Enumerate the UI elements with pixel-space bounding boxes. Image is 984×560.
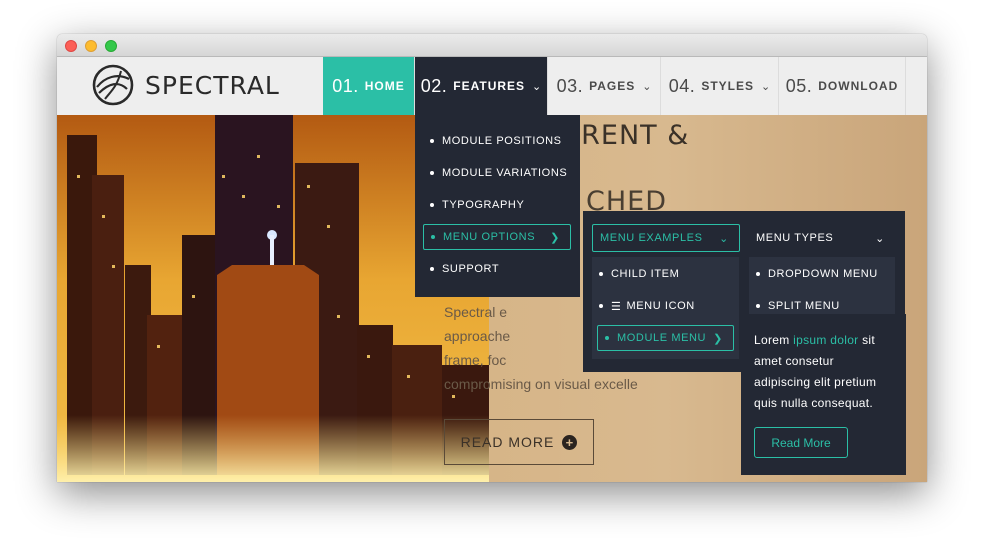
bullet-icon bbox=[430, 267, 434, 271]
menu-item-typography[interactable]: TYPOGRAPHY bbox=[423, 192, 573, 218]
nav-label: DOWNLOAD bbox=[818, 79, 899, 93]
menu-item-label: TYPOGRAPHY bbox=[442, 199, 525, 211]
menu-examples-header[interactable]: MENU EXAMPLES ⌄ bbox=[592, 224, 740, 252]
bullet-icon bbox=[430, 203, 434, 207]
promo-line: amet consetur bbox=[754, 354, 834, 368]
nav-number: 05. bbox=[785, 75, 813, 96]
menu-item-menu-options[interactable]: MENU OPTIONS ❯ bbox=[423, 224, 571, 250]
features-dropdown: MODULE POSITIONS MODULE VARIATIONS TYPOG… bbox=[415, 115, 580, 297]
hero-body-line: frame, foc bbox=[444, 352, 507, 368]
site-header: SPECTRAL 01. HOME 02. FEATURES ⌄ 03. PAG… bbox=[57, 57, 927, 115]
menu-item-module-menu[interactable]: MODULE MENU ❯ bbox=[597, 325, 734, 351]
nav-label: STYLES bbox=[701, 79, 754, 93]
module-menu-text: Lorem ipsum dolor sit amet consetur adip… bbox=[754, 330, 900, 414]
menu-item-label: CHILD ITEM bbox=[611, 268, 680, 280]
menu-types-header[interactable]: MENU TYPES ⌄ bbox=[749, 224, 895, 252]
menu-types-panel: DROPDOWN MENU SPLIT MENU bbox=[749, 257, 895, 315]
menu-item-child-item[interactable]: CHILD ITEM bbox=[592, 261, 732, 287]
menu-item-label: MODULE MENU bbox=[617, 332, 707, 344]
bullet-icon bbox=[599, 304, 603, 308]
menu-item-label: DROPDOWN MENU bbox=[768, 268, 878, 280]
zoom-window-button[interactable] bbox=[105, 40, 117, 52]
site-logo-text[interactable]: SPECTRAL bbox=[145, 69, 280, 103]
nav-home[interactable]: 01. HOME bbox=[323, 57, 415, 115]
nav-pages[interactable]: 03. PAGES ⌄ bbox=[548, 57, 661, 115]
menu-item-menu-icon[interactable]: ☰ MENU ICON bbox=[592, 293, 732, 319]
promo-word: sit bbox=[862, 333, 876, 347]
nav-features[interactable]: 02. FEATURES ⌄ bbox=[415, 57, 548, 115]
chevron-down-icon: ⌄ bbox=[875, 232, 885, 245]
bullet-icon bbox=[430, 171, 434, 175]
nav-number: 03. bbox=[556, 75, 584, 96]
bullet-icon bbox=[431, 235, 435, 239]
bullet-icon bbox=[430, 139, 434, 143]
menu-item-label: SUPPORT bbox=[442, 263, 500, 275]
menu-item-label: MENU OPTIONS bbox=[443, 231, 536, 243]
chevron-right-icon: ❯ bbox=[713, 332, 723, 345]
nav-number: 02. bbox=[420, 75, 448, 96]
menu-examples-label: MENU EXAMPLES bbox=[600, 232, 703, 244]
hero-body-line: compromising on visual excelle bbox=[444, 376, 638, 392]
chevron-down-icon: ⌄ bbox=[532, 80, 542, 93]
nav-number: 04. bbox=[668, 75, 696, 96]
chevron-right-icon: ❯ bbox=[550, 231, 560, 244]
minimize-window-button[interactable] bbox=[85, 40, 97, 52]
menu-item-label: MENU ICON bbox=[626, 300, 695, 312]
menu-types-label: MENU TYPES bbox=[756, 232, 834, 244]
read-more-label: READ MORE bbox=[460, 434, 555, 450]
module-menu-panel: Lorem ipsum dolor sit amet consetur adip… bbox=[741, 314, 906, 475]
nav-number: 01. bbox=[332, 75, 359, 96]
promo-highlight-link[interactable]: ipsum dolor bbox=[793, 333, 858, 347]
chevron-down-icon: ⌄ bbox=[642, 80, 652, 93]
chevron-down-icon: ⌄ bbox=[719, 232, 729, 245]
bullet-icon bbox=[756, 304, 760, 308]
list-icon: ☰ bbox=[611, 300, 622, 313]
menu-item-label: MODULE POSITIONS bbox=[442, 135, 562, 147]
bullet-icon bbox=[599, 272, 603, 276]
promo-word: Lorem bbox=[754, 333, 790, 347]
read-more-button[interactable]: READ MORE + bbox=[444, 419, 594, 465]
plus-circle-icon: + bbox=[562, 434, 578, 450]
menu-item-label: MODULE VARIATIONS bbox=[442, 167, 568, 179]
window-titlebar bbox=[57, 34, 927, 57]
menu-item-dropdown-menu[interactable]: DROPDOWN MENU bbox=[749, 261, 889, 287]
promo-read-more-button[interactable]: Read More bbox=[754, 427, 848, 458]
promo-line: quis nulla consequat. bbox=[754, 396, 874, 410]
menu-item-module-positions[interactable]: MODULE POSITIONS bbox=[423, 128, 573, 154]
hero-body-line: approache bbox=[444, 328, 511, 344]
menu-item-label: SPLIT MENU bbox=[768, 300, 840, 312]
nav-download[interactable]: 05. DOWNLOAD bbox=[779, 57, 906, 115]
nav-label: FEATURES bbox=[453, 79, 526, 93]
menu-item-support[interactable]: SUPPORT bbox=[423, 256, 573, 282]
menu-examples-panel: CHILD ITEM ☰ MENU ICON MODULE MENU ❯ bbox=[592, 257, 739, 359]
bullet-icon bbox=[605, 336, 609, 340]
nav-label: PAGES bbox=[589, 79, 636, 93]
spectral-logo-icon[interactable] bbox=[91, 63, 135, 107]
nav-label: HOME bbox=[364, 79, 405, 93]
chevron-down-icon: ⌄ bbox=[761, 80, 771, 93]
close-window-button[interactable] bbox=[65, 40, 77, 52]
promo-line: adipiscing elit pretium bbox=[754, 375, 877, 389]
bullet-icon bbox=[756, 272, 760, 276]
hero-body-line: Spectral e bbox=[444, 304, 508, 320]
menu-item-module-variations[interactable]: MODULE VARIATIONS bbox=[423, 160, 573, 186]
nav-styles[interactable]: 04. STYLES ⌄ bbox=[661, 57, 779, 115]
